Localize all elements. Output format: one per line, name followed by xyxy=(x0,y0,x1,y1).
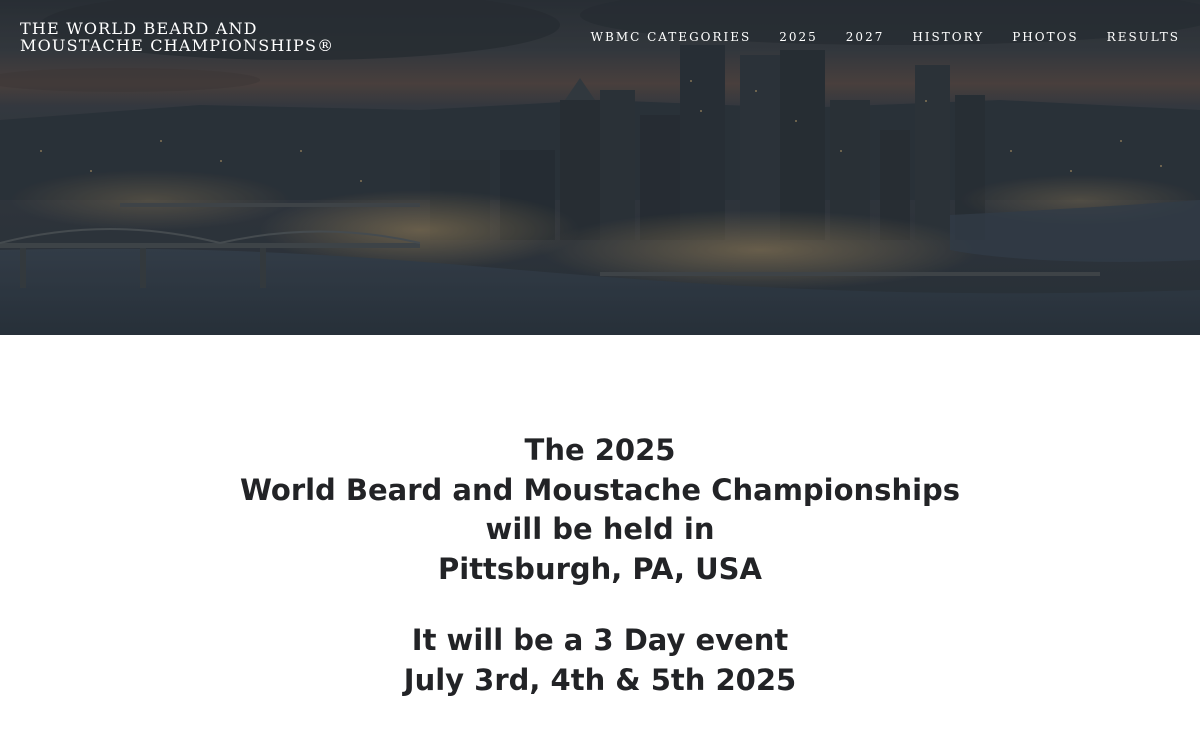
site-title-line-1: THE WORLD BEARD AND xyxy=(20,19,258,38)
event-line: It will be a 3 Day event xyxy=(411,623,789,657)
announcement-line: Pittsburgh, PA, USA xyxy=(438,551,762,586)
nav-item-results[interactable]: RESULTS xyxy=(1107,30,1180,44)
main-content: The 2025 World Beard and Moustache Champ… xyxy=(0,335,1200,740)
nav-item-2027[interactable]: 2027 xyxy=(846,30,885,44)
nav-item-photos[interactable]: PHOTOS xyxy=(1012,30,1078,44)
announcement-line: The 2025 xyxy=(524,433,676,467)
nav-item-history[interactable]: HISTORY xyxy=(912,30,984,44)
event-line: July 3rd, 4th & 5th 2025 xyxy=(403,662,797,697)
site-title-line-2: MOUSTACHE CHAMPIONSHIPS® xyxy=(20,36,335,55)
main-navigation: WBMC CATEGORIES 2025 2027 HISTORY PHOTOS… xyxy=(591,30,1180,44)
nav-item-wbmc-categories[interactable]: WBMC CATEGORIES xyxy=(591,30,752,44)
announcement-heading: The 2025 World Beard and Moustache Champ… xyxy=(0,431,1200,589)
announcement-line: will be held in xyxy=(485,512,715,546)
event-dates: It will be a 3 Day event July 3rd, 4th &… xyxy=(0,621,1200,700)
announcement-line: World Beard and Moustache Championships xyxy=(239,472,961,507)
nav-item-2025[interactable]: 2025 xyxy=(779,30,818,44)
site-title-link[interactable]: THE WORLD BEARD AND MOUSTACHE CHAMPIONSH… xyxy=(20,20,400,54)
